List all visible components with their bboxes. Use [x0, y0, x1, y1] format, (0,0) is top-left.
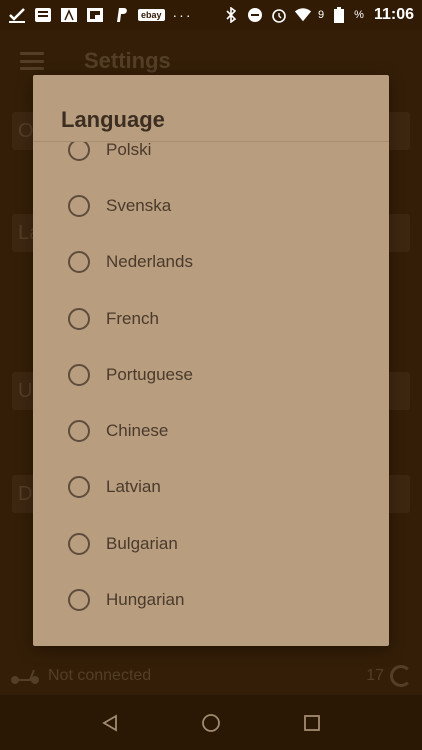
language-option[interactable]: Polski — [33, 142, 389, 178]
language-option-list[interactable]: Polski Svenska Nederlands French Portugu… — [33, 142, 389, 646]
battery-percent-sign: % — [354, 9, 364, 21]
language-option[interactable]: Latvian — [33, 459, 389, 515]
language-option-label: French — [106, 309, 159, 328]
language-option-label: Hungarian — [106, 590, 185, 609]
status-bar: ebay ··· 9 % 11:06 — [0, 0, 422, 30]
language-option-label: Nederlands — [106, 252, 193, 271]
battery-level-text: 9 — [318, 9, 324, 21]
radio-button[interactable] — [68, 308, 90, 330]
recents-icon — [303, 714, 320, 731]
language-option-label: Bulgarian — [106, 534, 178, 553]
radio-button[interactable] — [68, 195, 90, 217]
radio-button[interactable] — [68, 533, 90, 555]
alarm-icon — [270, 7, 288, 23]
system-icons: 9 % 11:06 — [222, 6, 414, 24]
language-option[interactable]: Portuguese — [33, 347, 389, 403]
notification-icons: ebay ··· — [8, 7, 193, 23]
checkmark-icon — [8, 7, 26, 23]
news-icon — [34, 7, 52, 23]
language-option[interactable]: French — [33, 291, 389, 347]
radio-button[interactable] — [68, 142, 90, 161]
jordan-icon — [60, 7, 78, 23]
radio-button[interactable] — [68, 364, 90, 386]
language-option-label: Svenska — [106, 196, 172, 215]
paypal-icon — [112, 7, 130, 23]
bluetooth-icon — [222, 7, 240, 23]
clock: 11:06 — [373, 6, 414, 23]
recents-button[interactable] — [292, 703, 332, 743]
dialog-title: Language — [61, 107, 165, 132]
battery-icon — [330, 7, 348, 23]
more-notifications-icon: ··· — [172, 7, 193, 23]
radio-button[interactable] — [68, 476, 90, 498]
language-option[interactable]: Hungarian — [33, 572, 389, 628]
language-option-label: Polski — [106, 142, 152, 159]
language-option[interactable]: Chinese — [33, 403, 389, 459]
language-option-label: Portuguese — [106, 365, 193, 384]
radio-button[interactable] — [68, 420, 90, 442]
language-option[interactable]: Svenska — [33, 178, 389, 234]
home-icon — [202, 713, 220, 732]
do-not-disturb-icon — [246, 7, 264, 23]
language-option-label: Latvian — [106, 477, 161, 496]
wifi-icon — [294, 7, 312, 23]
back-icon — [102, 713, 118, 732]
language-dialog: Language Polski Svenska Nederlands Frenc… — [33, 75, 389, 646]
language-option-label: Chinese — [106, 421, 169, 440]
navigation-bar — [0, 695, 422, 750]
radio-button[interactable] — [68, 589, 90, 611]
back-button[interactable] — [90, 703, 130, 743]
flipboard-icon — [86, 7, 104, 23]
home-button[interactable] — [191, 703, 231, 743]
language-option[interactable]: Nederlands — [33, 234, 389, 290]
ebay-icon: ebay — [138, 9, 165, 21]
battery-level-digit: 9 — [318, 9, 325, 21]
radio-button[interactable] — [68, 251, 90, 273]
language-option[interactable]: Bulgarian — [33, 516, 389, 572]
